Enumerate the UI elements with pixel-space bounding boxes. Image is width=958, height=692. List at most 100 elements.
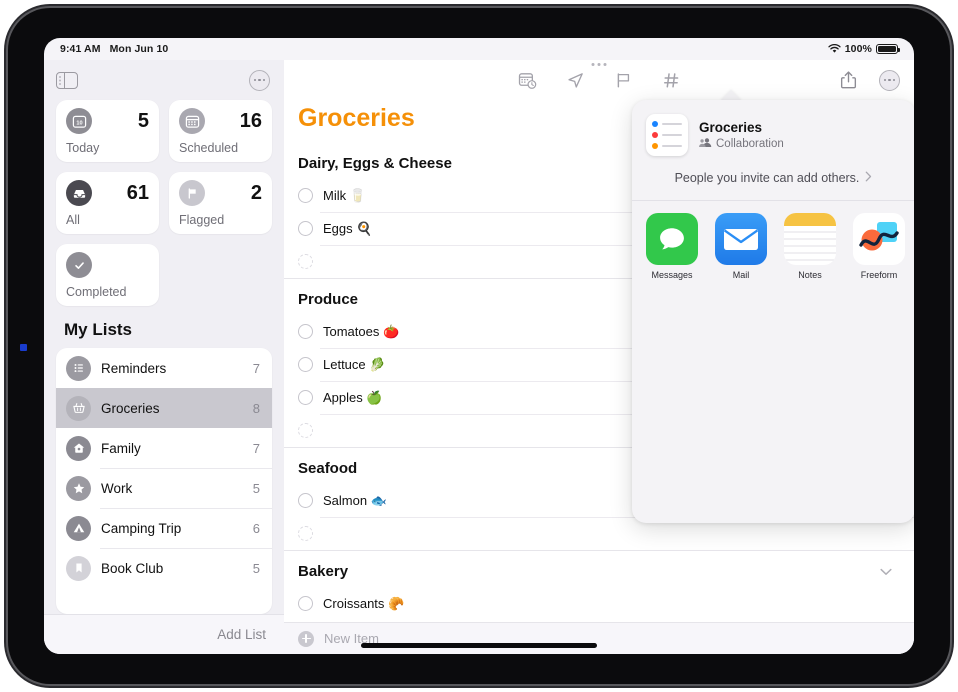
share-sheet-popover[interactable]: Groceries Collaboration People you invit… (632, 100, 914, 523)
smart-list-count: 5 (137, 110, 149, 132)
people-icon (699, 137, 712, 151)
ipad-screen: 9:41 AM Mon Jun 10 100% 10 5 Today 16 Sc… (44, 38, 914, 654)
sidebar-item-family[interactable]: Family 7 (56, 428, 272, 468)
smart-list-scheduled[interactable]: 16 Scheduled (169, 100, 272, 162)
sidebar-toggle-icon[interactable] (56, 71, 78, 89)
sidebar-item-label: Camping Trip (101, 520, 182, 536)
share-target-label: Freeform (860, 270, 898, 280)
calendar-icon (179, 108, 205, 134)
complete-circle-icon[interactable] (298, 493, 313, 508)
share-preview-title: Groceries (699, 119, 763, 135)
sidebar-more-button[interactable] (249, 69, 270, 91)
add-date-button[interactable] (516, 69, 538, 91)
share-apps-row[interactable]: Messages Mail Notes Freeform (646, 213, 914, 280)
section-title: Produce (298, 291, 359, 308)
add-list-button[interactable]: Add List (217, 627, 266, 642)
mail-app-icon (715, 213, 767, 265)
freeform-app-icon (853, 213, 905, 265)
ipad-device-frame: 9:41 AM Mon Jun 10 100% 10 5 Today 16 Sc… (8, 8, 950, 684)
smart-list-completed[interactable]: Completed (56, 244, 159, 306)
complete-circle-icon[interactable] (298, 596, 313, 611)
share-target-freeform[interactable]: Freeform (853, 213, 905, 280)
share-preview-subtitle: Collaboration (716, 137, 784, 150)
sidebar-item-book-club[interactable]: Book Club 5 (56, 548, 272, 588)
share-target-label: Notes (798, 270, 822, 280)
reminder-item[interactable]: Croissants 🥐 (284, 587, 914, 620)
status-bar: 9:41 AM Mon Jun 10 100% (44, 38, 914, 60)
invite-permissions-row[interactable]: People you invite can add others. (632, 164, 914, 200)
sidebar-item-count: 7 (252, 440, 260, 456)
reminder-text: Croissants 🥐 (323, 595, 405, 611)
complete-circle-icon[interactable] (298, 324, 313, 339)
plus-circle-icon[interactable] (298, 630, 314, 647)
checkmark-circle-icon (66, 252, 92, 278)
sidebar-item-work[interactable]: Work 5 (56, 468, 272, 508)
status-date: Mon Jun 10 (109, 43, 169, 55)
reminder-text: Milk 🥛 (323, 187, 366, 203)
add-tag-button[interactable] (660, 69, 682, 91)
sidebar-toolbar (44, 60, 284, 100)
complete-circle-icon[interactable] (298, 423, 313, 438)
window-drag-handle[interactable] (591, 60, 607, 66)
smart-lists-grid: 10 5 Today 16 Scheduled 61 All 2 Flagged… (44, 100, 284, 306)
share-target-notes[interactable]: Notes (784, 213, 836, 280)
smart-list-flagged[interactable]: 2 Flagged (169, 172, 272, 234)
sidebar-item-count: 5 (252, 560, 260, 576)
home-indicator[interactable] (361, 643, 597, 648)
complete-circle-icon[interactable] (298, 526, 313, 541)
sidebar-item-count: 8 (252, 400, 260, 416)
star-icon (66, 475, 91, 501)
reminders-list-thumbnail (646, 114, 688, 156)
house-icon (66, 435, 91, 461)
new-item-bar[interactable]: New Item (284, 622, 914, 654)
sidebar-item-groceries[interactable]: Groceries 8 (56, 388, 272, 428)
share-target-messages[interactable]: Messages (646, 213, 698, 280)
smart-list-count: 61 (126, 182, 149, 204)
bullet-list-icon (66, 355, 91, 381)
complete-circle-icon[interactable] (298, 188, 313, 203)
sidebar-item-reminders[interactable]: Reminders 7 (56, 348, 272, 388)
complete-circle-icon[interactable] (298, 221, 313, 236)
battery-full-icon (876, 43, 900, 55)
section-title: Seafood (298, 460, 358, 477)
flag-icon (179, 180, 205, 206)
sidebar-item-label: Groceries (101, 400, 160, 416)
detail-more-button[interactable] (879, 69, 900, 91)
svg-text:10: 10 (76, 120, 82, 126)
battery-percent-label: 100% (844, 43, 872, 55)
basket-icon (66, 395, 91, 421)
sidebar-item-label: Work (101, 480, 133, 496)
share-target-label: Mail (732, 270, 750, 280)
complete-circle-icon[interactable] (298, 254, 313, 269)
status-time: 9:41 AM (60, 43, 101, 55)
bookmark-icon (66, 555, 91, 581)
smart-list-today[interactable]: 10 5 Today (56, 100, 159, 162)
share-target-label: Messages (651, 270, 693, 280)
sidebar-item-count: 6 (252, 520, 260, 536)
sidebar-item-label: Book Club (101, 560, 164, 576)
sidebar-item-count: 7 (252, 360, 260, 376)
tent-icon (66, 515, 91, 541)
wifi-icon (828, 44, 841, 54)
chevron-down-icon[interactable] (880, 563, 892, 580)
sidebar-item-count: 5 (252, 480, 260, 496)
notes-app-icon (784, 213, 836, 265)
sidebar-item-camping-trip[interactable]: Camping Trip 6 (56, 508, 272, 548)
my-lists-container: Reminders 7 Groceries 8 Family 7 Work 5 … (56, 348, 272, 614)
item-actions-toolbar (516, 69, 682, 91)
share-target-mail[interactable]: Mail (715, 213, 767, 280)
sidebar-item-label: Family (101, 440, 141, 456)
add-location-button[interactable] (564, 69, 586, 91)
share-preview-subtitle-row: Collaboration (699, 137, 784, 151)
sidebar-footer: Add List (44, 614, 284, 654)
section-header[interactable]: Bakery (284, 551, 914, 587)
complete-circle-icon[interactable] (298, 357, 313, 372)
section-title: Dairy, Eggs & Cheese (298, 155, 452, 172)
flag-button[interactable] (612, 69, 634, 91)
share-icon[interactable] (837, 69, 859, 91)
bezel-marker-dot (20, 344, 27, 351)
smart-list-count: 16 (239, 110, 262, 132)
complete-circle-icon[interactable] (298, 390, 313, 405)
smart-list-all[interactable]: 61 All (56, 172, 159, 234)
inbox-tray-icon (66, 180, 92, 206)
